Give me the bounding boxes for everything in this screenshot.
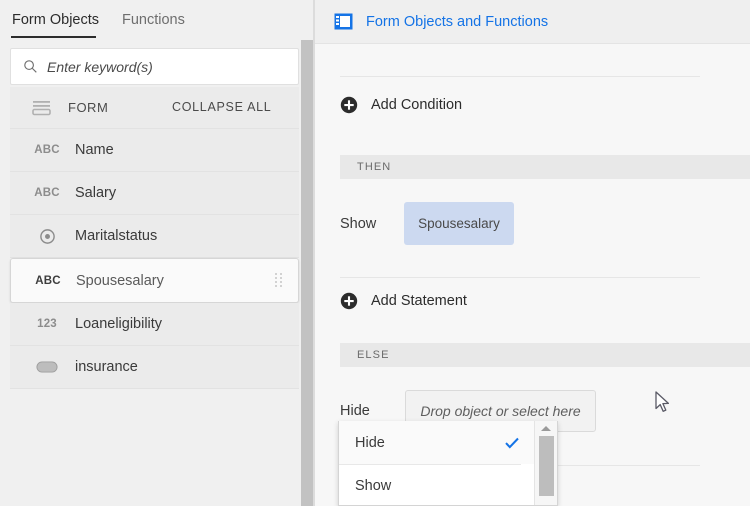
list-item[interactable]: insurance: [10, 346, 299, 389]
dropdown-item-hide-label: Hide: [355, 435, 385, 451]
divider-top: [340, 76, 700, 77]
dropdown-scrollbar[interactable]: [534, 421, 557, 506]
form-list-icon: [32, 100, 52, 116]
tab-form-objects-label: Form Objects: [12, 12, 99, 28]
list-item-label: Loaneligibility: [75, 316, 162, 332]
then-action-label: Show: [340, 216, 376, 232]
search-field[interactable]: [10, 48, 299, 85]
list-item-label: Name: [75, 142, 114, 158]
list-item-label: Salary: [75, 185, 116, 201]
dropdown-item-hide[interactable]: Hide: [339, 421, 557, 464]
abc-icon: ABC: [32, 187, 62, 199]
form-section-label: FORM: [68, 100, 108, 115]
abc-icon: ABC: [33, 275, 63, 287]
form-objects-list: ABC Name ABC Salary Maritalstatus ABC Sp…: [10, 129, 299, 389]
list-item-label: Maritalstatus: [75, 228, 157, 244]
arrow-cursor: [655, 391, 673, 415]
collapse-all-button[interactable]: COLLAPSE ALL: [172, 100, 271, 114]
list-item-label: Spousesalary: [76, 273, 164, 289]
add-condition-button[interactable]: Add Condition: [340, 92, 462, 118]
then-band-label: THEN: [357, 161, 391, 173]
then-object-chip[interactable]: Spousesalary: [404, 202, 514, 245]
divider-middle: [340, 277, 700, 278]
list-item[interactable]: ABC Name: [10, 129, 299, 172]
then-object-chip-label: Spousesalary: [418, 216, 500, 231]
number-icon: 123: [32, 318, 62, 330]
search-input[interactable]: [47, 49, 292, 84]
active-tab-indicator: [11, 36, 96, 38]
radio-icon: [32, 228, 62, 245]
form-section-header: FORM COLLAPSE ALL: [10, 87, 299, 129]
dropdown-item-show[interactable]: Show: [339, 464, 557, 506]
tab-functions[interactable]: Functions: [122, 0, 185, 39]
form-objects-panel: Form Objects Functions FORM COLLAPSE ALL: [0, 0, 315, 506]
action-dropdown-menu[interactable]: Hide Show: [338, 421, 558, 506]
plus-circle-icon: [340, 292, 358, 310]
then-band: THEN: [340, 155, 750, 179]
tab-functions-label: Functions: [122, 12, 185, 28]
tab-form-objects[interactable]: Form Objects: [12, 0, 99, 39]
add-statement-button[interactable]: Add Statement: [340, 288, 467, 314]
plus-circle-icon: [340, 96, 358, 114]
checkmark-icon: [505, 437, 519, 448]
toggle-icon: [32, 361, 62, 373]
else-drop-object-placeholder: Drop object or select here: [420, 403, 580, 419]
panel-tabs: Form Objects Functions: [0, 0, 315, 39]
drag-handle-icon[interactable]: [275, 273, 284, 289]
list-item-selected[interactable]: ABC Spousesalary: [10, 258, 299, 303]
dropdown-item-show-label: Show: [355, 478, 391, 494]
abc-icon: ABC: [32, 144, 62, 156]
else-band: ELSE: [340, 343, 750, 367]
list-item[interactable]: ABC Salary: [10, 172, 299, 215]
else-band-label: ELSE: [357, 349, 390, 361]
list-item[interactable]: Maritalstatus: [10, 215, 299, 258]
rule-editor-header: Form Objects and Functions: [315, 0, 750, 44]
add-condition-label: Add Condition: [371, 97, 462, 113]
scroll-up-arrow-icon[interactable]: [541, 426, 551, 431]
sidebar-scrollbar[interactable]: [301, 40, 313, 506]
else-action-label: Hide: [340, 403, 370, 419]
search-icon: [23, 59, 38, 74]
app-root: Form Objects Functions FORM COLLAPSE ALL: [0, 0, 750, 506]
dropdown-scrollbar-thumb[interactable]: [539, 436, 554, 496]
list-item-label: insurance: [75, 359, 138, 375]
panel-layout-icon: [334, 13, 353, 30]
form-objects-and-functions-link[interactable]: Form Objects and Functions: [366, 14, 548, 30]
add-statement-label: Add Statement: [371, 293, 467, 309]
list-item[interactable]: 123 Loaneligibility: [10, 303, 299, 346]
